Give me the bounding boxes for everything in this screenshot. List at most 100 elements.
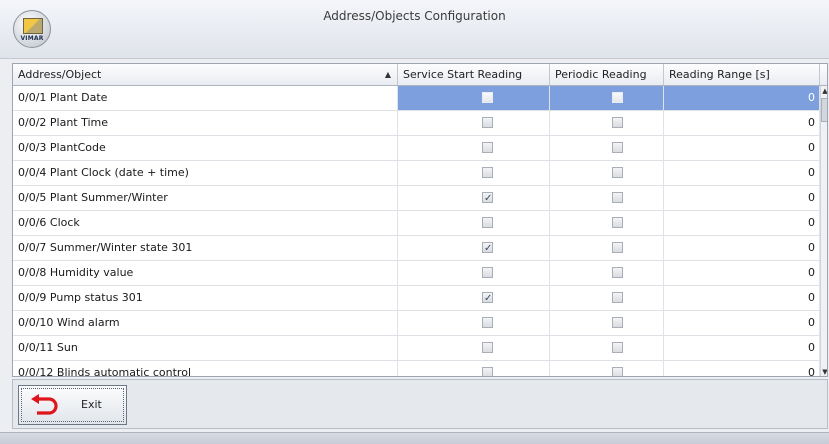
column-header-address[interactable]: Address/Object ▲ bbox=[13, 64, 398, 85]
service-start-checkbox[interactable] bbox=[482, 92, 493, 103]
scroll-thumb[interactable] bbox=[821, 98, 827, 122]
exit-button[interactable]: Exit bbox=[18, 385, 127, 425]
periodic-reading-cell bbox=[550, 236, 664, 260]
address-object-cell[interactable]: 0/0/10 Wind alarm bbox=[13, 311, 398, 335]
address-object-cell[interactable]: 0/0/2 Plant Time bbox=[13, 111, 398, 135]
service-start-cell bbox=[398, 361, 550, 376]
column-header-service-start[interactable]: Service Start Reading bbox=[398, 64, 550, 85]
table-row[interactable]: 0/0/4 Plant Clock (date + time) 0 bbox=[13, 161, 820, 186]
title-bar: VIMAR Address/Objects Configuration bbox=[0, 0, 829, 59]
vertical-scrollbar[interactable]: ▲ ▼ bbox=[820, 86, 827, 376]
address-object-cell[interactable]: 0/0/3 PlantCode bbox=[13, 136, 398, 160]
address-object-cell[interactable]: 0/0/9 Pump status 301 bbox=[13, 286, 398, 310]
column-header-reading-range[interactable]: Reading Range [s] bbox=[664, 64, 820, 85]
reading-range-cell[interactable]: 0 bbox=[664, 211, 820, 235]
table-row[interactable]: 0/0/7 Summer/Winter state 301 0 bbox=[13, 236, 820, 261]
table-row[interactable]: 0/0/6 Clock 0 bbox=[13, 211, 820, 236]
config-window: VIMAR Address/Objects Configuration Addr… bbox=[0, 0, 829, 444]
reading-range-cell[interactable]: 0 bbox=[664, 311, 820, 335]
table-row[interactable]: 0/0/5 Plant Summer/Winter 0 bbox=[13, 186, 820, 211]
window-title: Address/Objects Configuration bbox=[323, 9, 506, 23]
service-start-cell bbox=[398, 211, 550, 235]
service-start-checkbox[interactable] bbox=[482, 217, 493, 228]
address-object-cell[interactable]: 0/0/8 Humidity value bbox=[13, 261, 398, 285]
address-object-cell[interactable]: 0/0/5 Plant Summer/Winter bbox=[13, 186, 398, 210]
reading-range-cell[interactable]: 0 bbox=[664, 186, 820, 210]
periodic-reading-checkbox[interactable] bbox=[612, 142, 623, 153]
reading-range-cell[interactable]: 0 bbox=[664, 161, 820, 185]
service-start-cell bbox=[398, 186, 550, 210]
table-row[interactable]: 0/0/2 Plant Time 0 bbox=[13, 111, 820, 136]
table-row[interactable]: 0/0/9 Pump status 301 0 bbox=[13, 286, 820, 311]
periodic-reading-checkbox[interactable] bbox=[612, 117, 623, 128]
periodic-reading-cell bbox=[550, 361, 664, 376]
address-objects-grid: Address/Object ▲ Service Start Reading P… bbox=[12, 63, 828, 377]
periodic-reading-cell bbox=[550, 286, 664, 310]
sort-ascending-icon: ▲ bbox=[384, 70, 391, 79]
service-start-cell bbox=[398, 236, 550, 260]
service-start-checkbox[interactable] bbox=[482, 237, 493, 260]
service-start-cell bbox=[398, 161, 550, 185]
service-start-cell bbox=[398, 286, 550, 310]
service-start-cell bbox=[398, 336, 550, 360]
periodic-reading-checkbox[interactable] bbox=[612, 92, 623, 103]
service-start-checkbox[interactable] bbox=[482, 367, 493, 376]
table-row[interactable]: 0/0/3 PlantCode 0 bbox=[13, 136, 820, 161]
logo-text: VIMAR bbox=[20, 35, 44, 42]
service-start-cell bbox=[398, 311, 550, 335]
service-start-checkbox[interactable] bbox=[482, 187, 493, 210]
periodic-reading-cell bbox=[550, 311, 664, 335]
address-object-cell[interactable]: 0/0/6 Clock bbox=[13, 211, 398, 235]
periodic-reading-cell bbox=[550, 111, 664, 135]
column-header-periodic[interactable]: Periodic Reading bbox=[550, 64, 664, 85]
service-start-checkbox[interactable] bbox=[482, 167, 493, 178]
service-start-checkbox[interactable] bbox=[482, 287, 493, 310]
periodic-reading-cell bbox=[550, 261, 664, 285]
service-start-checkbox[interactable] bbox=[482, 267, 493, 278]
periodic-reading-checkbox[interactable] bbox=[612, 192, 623, 203]
periodic-reading-checkbox[interactable] bbox=[612, 292, 623, 303]
reading-range-cell[interactable]: 0 bbox=[664, 361, 820, 376]
periodic-reading-checkbox[interactable] bbox=[612, 367, 623, 376]
address-object-cell[interactable]: 0/0/12 Blinds automatic control bbox=[13, 361, 398, 376]
service-start-checkbox[interactable] bbox=[482, 117, 493, 128]
table-row[interactable]: 0/0/12 Blinds automatic control 0 bbox=[13, 361, 820, 376]
grid-header: Address/Object ▲ Service Start Reading P… bbox=[13, 64, 827, 86]
address-object-cell[interactable]: 0/0/4 Plant Clock (date + time) bbox=[13, 161, 398, 185]
service-start-cell bbox=[398, 136, 550, 160]
service-start-cell bbox=[398, 261, 550, 285]
periodic-reading-checkbox[interactable] bbox=[612, 267, 623, 278]
address-object-cell[interactable]: 0/0/7 Summer/Winter state 301 bbox=[13, 236, 398, 260]
footer-panel: Exit bbox=[12, 379, 828, 429]
reading-range-cell[interactable]: 0 bbox=[664, 236, 820, 260]
scroll-down-icon[interactable]: ▼ bbox=[821, 367, 827, 376]
address-object-cell[interactable]: 0/0/1 Plant Date bbox=[13, 86, 398, 110]
periodic-reading-checkbox[interactable] bbox=[612, 167, 623, 178]
reading-range-cell[interactable]: 0 bbox=[664, 261, 820, 285]
service-start-checkbox[interactable] bbox=[482, 342, 493, 353]
service-start-checkbox[interactable] bbox=[482, 317, 493, 328]
exit-label: Exit bbox=[81, 398, 102, 411]
periodic-reading-checkbox[interactable] bbox=[612, 317, 623, 328]
table-row[interactable]: 0/0/10 Wind alarm 0 bbox=[13, 311, 820, 336]
periodic-reading-cell bbox=[550, 161, 664, 185]
periodic-reading-checkbox[interactable] bbox=[612, 242, 623, 253]
periodic-reading-cell bbox=[550, 136, 664, 160]
status-bar bbox=[0, 432, 829, 444]
reading-range-cell[interactable]: 0 bbox=[664, 286, 820, 310]
scroll-up-icon[interactable]: ▲ bbox=[821, 86, 827, 96]
reading-range-cell[interactable]: 0 bbox=[664, 336, 820, 360]
periodic-reading-cell bbox=[550, 186, 664, 210]
periodic-reading-checkbox[interactable] bbox=[612, 217, 623, 228]
table-row[interactable]: 0/0/1 Plant Date 0 bbox=[13, 86, 820, 111]
service-start-cell bbox=[398, 86, 550, 110]
service-start-checkbox[interactable] bbox=[482, 142, 493, 153]
table-row[interactable]: 0/0/11 Sun 0 bbox=[13, 336, 820, 361]
table-row[interactable]: 0/0/8 Humidity value 0 bbox=[13, 261, 820, 286]
reading-range-cell[interactable]: 0 bbox=[664, 111, 820, 135]
reading-range-cell[interactable]: 0 bbox=[664, 136, 820, 160]
reading-range-cell[interactable]: 0 bbox=[664, 86, 820, 110]
address-object-cell[interactable]: 0/0/11 Sun bbox=[13, 336, 398, 360]
periodic-reading-checkbox[interactable] bbox=[612, 342, 623, 353]
periodic-reading-cell bbox=[550, 211, 664, 235]
